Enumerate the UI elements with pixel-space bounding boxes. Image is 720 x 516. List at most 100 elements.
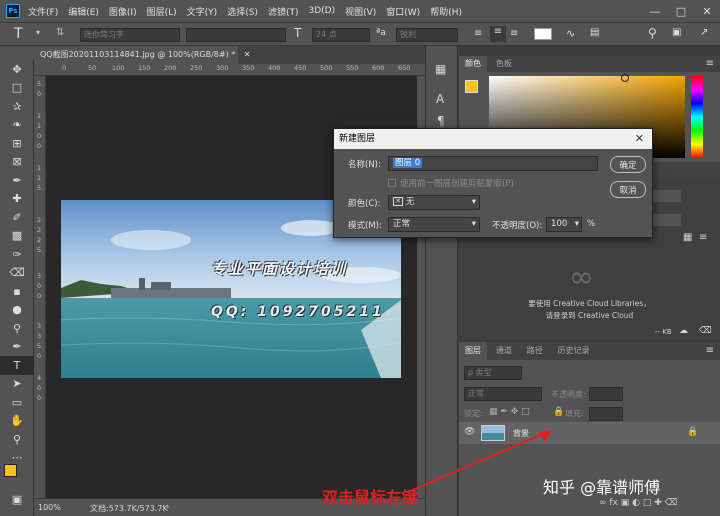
document-tab[interactable]: QQ截图20201103114841.jpg @ 100%(RGB/8#) * … [34,46,251,64]
orientation-toggle-icon[interactable]: ⇅ [56,27,64,38]
antialias-select[interactable]: 锐利 [396,28,458,42]
hue-slider[interactable] [691,76,703,158]
dialog-close-icon[interactable]: ✕ [635,129,644,149]
character-icon[interactable]: A [436,92,444,106]
close-icon[interactable]: ✕ [694,5,720,18]
opacity-input[interactable]: 100 ▾ [546,217,582,232]
tab-paths[interactable]: 路径 [521,342,549,360]
align-right-icon[interactable]: ≡ [510,28,518,39]
align-left-icon[interactable]: ≡ [474,28,482,39]
healing-brush-tool-icon[interactable]: ✚ [0,190,34,209]
mode-select[interactable]: 正常 ▾ [388,217,480,232]
type-tool-icon[interactable]: T [0,356,34,375]
character-panel-icon[interactable]: ▤ [590,27,599,38]
font-family-select[interactable]: 迷你简习字 [80,28,180,42]
hand-tool-icon[interactable]: ✋ [0,412,34,431]
share-icon[interactable]: ↗ [700,27,708,38]
foreground-color-swatch[interactable] [4,464,17,477]
eraser-tool-icon[interactable]: ⌫ [0,264,34,283]
delete-layer-icon[interactable]: ⌫ [665,498,678,508]
quick-select-tool-icon[interactable]: ❧ [0,116,34,135]
grid-view-icon[interactable]: ▦ [683,232,692,243]
menu-image[interactable]: 图像(I) [109,5,137,18]
color-select[interactable]: ✕ 无 ▾ [388,195,480,210]
chevron-right-icon[interactable]: › [166,502,169,511]
layer-name-field[interactable]: 图层 0 [388,156,598,171]
cloud-sync-icon[interactable]: ☁ [679,326,688,336]
history-brush-tool-icon[interactable]: ✑ [0,245,34,264]
zoom-tool-icon[interactable]: ⚲ [0,430,34,449]
gradient-tool-icon[interactable]: ▪ [0,282,34,301]
chevron-down-icon[interactable]: ▾ [36,28,40,37]
font-style-select[interactable] [186,28,286,42]
shape-tool-icon[interactable]: ▭ [0,393,34,412]
blend-mode-select[interactable]: 正常 [464,387,542,401]
text-color-swatch[interactable] [534,28,552,40]
chevron-down-icon: ▾ [471,219,476,229]
path-select-tool-icon[interactable]: ➤ [0,375,34,394]
layers-footer-icons[interactable]: ∞ fx ▣ ◐ □ ✚ ⌫ [599,498,677,508]
close-tab-icon[interactable]: ✕ [244,50,251,59]
cancel-button[interactable]: 取消 [610,181,646,198]
group-icon[interactable]: □ [643,498,652,508]
new-layer-icon[interactable]: ✚ [654,498,662,508]
font-size-select[interactable]: 24 点 [312,28,370,42]
fill-input[interactable] [589,407,623,421]
opacity-input[interactable] [589,387,623,401]
tab-channels[interactable]: 通道 [490,342,518,360]
lasso-tool-icon[interactable]: ✰ [0,97,34,116]
workspace-icon[interactable]: ▣ [672,27,681,38]
color-panel-icon[interactable]: ▦ [435,62,446,76]
quick-mask-icon[interactable]: ▣ [0,490,34,509]
panel-menu-icon[interactable]: ≡ [706,58,714,69]
tab-color[interactable]: 颜色 [459,56,487,72]
frame-tool-icon[interactable]: ⊠ [0,153,34,172]
minimize-icon[interactable]: — [642,5,668,18]
eyedropper-tool-icon[interactable]: ✒ [0,171,34,190]
trash-icon[interactable]: ⌫ [699,326,712,336]
menu-view[interactable]: 视图(V) [345,5,376,18]
color-picker-cursor[interactable] [621,74,629,82]
layer-filter-select[interactable]: ρ 类型 [464,366,522,380]
foreground-color-swatch[interactable] [465,80,478,93]
tab-swatches[interactable]: 色板 [490,56,518,72]
paragraph-icon[interactable]: ¶ [437,114,445,128]
clip-mask-checkbox[interactable] [388,179,396,187]
move-tool-icon[interactable]: ✥ [0,60,34,79]
tab-history[interactable]: 历史记录 [552,342,596,360]
adjustment-icon[interactable]: ◐ [632,498,640,508]
opacity-label: 不透明度: [551,390,586,399]
menu-type[interactable]: 文字(Y) [187,5,218,18]
menu-3d[interactable]: 3D(D) [308,6,335,16]
type-tool-icon[interactable]: T [14,26,23,42]
menu-select[interactable]: 选择(S) [227,5,258,18]
crop-tool-icon[interactable]: ⊞ [0,134,34,153]
panel-menu-icon[interactable]: ≡ [706,345,714,356]
marquee-tool-icon[interactable]: □ [0,79,34,98]
zoom-level[interactable]: 100% [38,503,61,512]
link-icon[interactable]: ∞ [599,498,607,508]
blur-tool-icon[interactable]: ● [0,301,34,320]
brush-tool-icon[interactable]: ✐ [0,208,34,227]
ok-button[interactable]: 确定 [610,156,646,173]
fx-icon[interactable]: fx [609,498,618,508]
dodge-tool-icon[interactable]: ⚲ [0,319,34,338]
pen-tool-icon[interactable]: ✒ [0,338,34,357]
ruler-tick: 550 [346,64,359,72]
align-center-icon[interactable]: ≡ [490,26,506,42]
tab-layers[interactable]: 图层 [459,342,487,360]
menu-file[interactable]: 文件(F) [28,5,58,18]
lock-all-icon[interactable]: 🔒 [553,407,564,417]
maximize-icon[interactable]: □ [668,5,694,18]
menu-filter[interactable]: 滤镜(T) [268,5,299,18]
menu-help[interactable]: 帮助(H) [430,5,462,18]
lock-pixels-icon[interactable]: ▦ ✒ ✥ □ [489,407,530,417]
warp-text-icon[interactable]: ∿ [566,27,575,40]
mask-icon[interactable]: ▣ [621,498,630,508]
search-icon[interactable]: ⚲ [648,26,657,40]
clone-stamp-tool-icon[interactable]: ▩ [0,227,34,246]
menu-layer[interactable]: 图层(L) [147,5,177,18]
menu-edit[interactable]: 编辑(E) [68,5,99,18]
list-view-icon[interactable]: ≡ [699,232,707,243]
menu-window[interactable]: 窗口(W) [386,5,420,18]
